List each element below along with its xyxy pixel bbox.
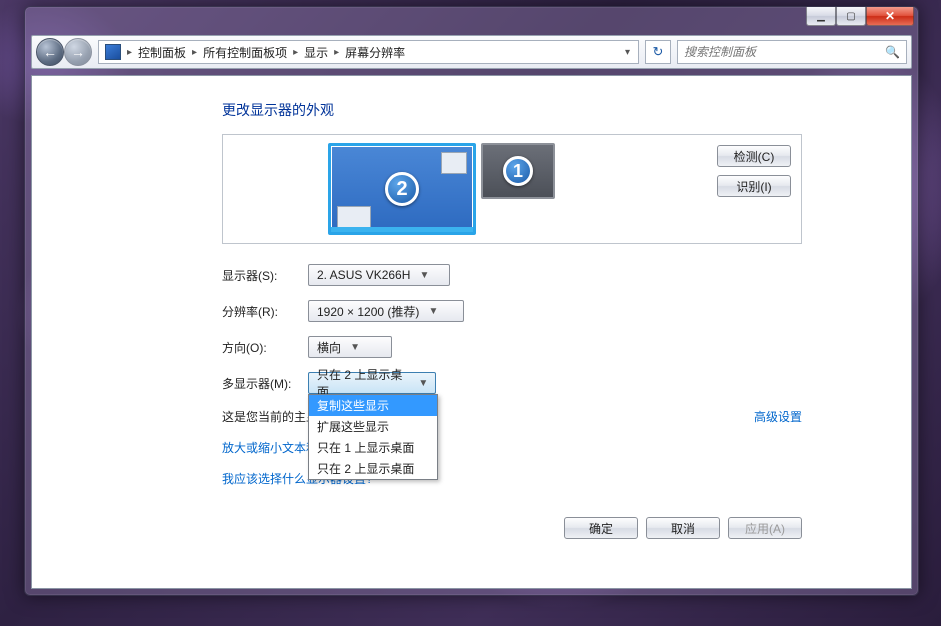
title-bar: ▁ ▢ ✕ xyxy=(25,7,918,35)
maximize-icon: ▢ xyxy=(846,11,855,22)
dropdown-value: 2. ASUS VK266H xyxy=(317,268,410,282)
orientation-dropdown[interactable]: 横向 ▼ xyxy=(308,336,392,358)
resolution-dropdown[interactable]: 1920 × 1200 (推荐) ▼ xyxy=(308,300,464,322)
back-arrow-icon: ← xyxy=(43,44,57,60)
breadcrumb-seg[interactable]: 控制面板 xyxy=(134,44,190,61)
search-input[interactable] xyxy=(684,45,879,59)
nav-bar: ← → ▸ 控制面板 ▸ 所有控制面板项 ▸ 显示 ▸ 屏幕分辨率 ▾ ↻ 🔍 xyxy=(31,35,912,69)
orientation-label: 方向(O): xyxy=(222,339,296,356)
resolution-label: 分辨率(R): xyxy=(222,303,296,320)
dropdown-value: 1920 × 1200 (推荐) xyxy=(317,303,419,320)
monitor-preview: 2 1 检测(C) 识别(I) xyxy=(222,134,802,244)
chevron-down-icon: ▼ xyxy=(416,270,432,281)
minimize-button[interactable]: ▁ xyxy=(806,7,836,26)
content-area: 更改显示器的外观 2 1 检测(C) 识别(I) 显示器(S): 2. ASUS… xyxy=(31,75,912,589)
monitor-number-badge: 2 xyxy=(385,172,419,206)
advanced-settings-link[interactable]: 高级设置 xyxy=(754,408,802,425)
dropdown-option[interactable]: 扩展这些显示 xyxy=(309,416,437,437)
refresh-button[interactable]: ↻ xyxy=(645,40,671,64)
mini-taskbar-icon xyxy=(331,227,473,232)
chevron-right-icon[interactable]: ▸ xyxy=(190,47,199,58)
chevron-down-icon[interactable]: ▾ xyxy=(623,47,632,58)
mini-window-icon xyxy=(441,152,467,174)
identify-button[interactable]: 识别(I) xyxy=(717,175,791,197)
chevron-right-icon[interactable]: ▸ xyxy=(125,47,134,58)
chevron-down-icon: ▼ xyxy=(425,306,441,317)
multiple-dropdown-list: 复制这些显示 扩展这些显示 只在 1 上显示桌面 只在 2 上显示桌面 xyxy=(308,394,438,480)
dropdown-option[interactable]: 复制这些显示 xyxy=(309,395,437,416)
close-icon: ✕ xyxy=(885,9,895,23)
footer-buttons: 确定 取消 应用(A) xyxy=(222,517,802,539)
multiple-row: 多显示器(M): 只在 2 上显示桌面 ▼ 复制这些显示 扩展这些显示 只在 1… xyxy=(222,372,891,394)
display-row: 显示器(S): 2. ASUS VK266H ▼ xyxy=(222,264,891,286)
window: ▁ ▢ ✕ ← → ▸ 控制面板 ▸ 所有控制面板项 ▸ 显示 ▸ 屏幕分辨率 … xyxy=(24,6,919,596)
search-icon: 🔍 xyxy=(885,45,900,59)
nav-buttons: ← → xyxy=(36,38,92,66)
ok-button[interactable]: 确定 xyxy=(564,517,638,539)
dropdown-option[interactable]: 只在 2 上显示桌面 xyxy=(309,458,437,479)
refresh-icon: ↻ xyxy=(653,44,664,60)
breadcrumb-seg[interactable]: 屏幕分辨率 xyxy=(341,44,409,61)
monitor-side-buttons: 检测(C) 识别(I) xyxy=(717,145,791,197)
close-button[interactable]: ✕ xyxy=(866,7,914,26)
dropdown-option[interactable]: 只在 1 上显示桌面 xyxy=(309,437,437,458)
breadcrumb-seg[interactable]: 所有控制面板项 xyxy=(199,44,291,61)
control-panel-icon xyxy=(105,44,121,60)
display-dropdown[interactable]: 2. ASUS VK266H ▼ xyxy=(308,264,450,286)
page-heading: 更改显示器的外观 xyxy=(222,100,891,120)
breadcrumb[interactable]: ▸ 控制面板 ▸ 所有控制面板项 ▸ 显示 ▸ 屏幕分辨率 ▾ xyxy=(98,40,639,64)
cancel-button[interactable]: 取消 xyxy=(646,517,720,539)
chevron-down-icon: ▼ xyxy=(347,342,363,353)
apply-button[interactable]: 应用(A) xyxy=(728,517,802,539)
chevron-down-icon: ▼ xyxy=(416,378,431,389)
maximize-button[interactable]: ▢ xyxy=(836,7,866,26)
minimize-icon: ▁ xyxy=(817,11,825,22)
monitor-2[interactable]: 2 xyxy=(328,143,476,235)
orientation-row: 方向(O): 横向 ▼ xyxy=(222,336,891,358)
multiple-dropdown[interactable]: 只在 2 上显示桌面 ▼ 复制这些显示 扩展这些显示 只在 1 上显示桌面 只在… xyxy=(308,372,436,394)
chevron-right-icon[interactable]: ▸ xyxy=(291,47,300,58)
resolution-row: 分辨率(R): 1920 × 1200 (推荐) ▼ xyxy=(222,300,891,322)
search-box[interactable]: 🔍 xyxy=(677,40,907,64)
multiple-label: 多显示器(M): xyxy=(222,375,296,392)
detect-button[interactable]: 检测(C) xyxy=(717,145,791,167)
forward-arrow-icon: → xyxy=(71,44,85,60)
forward-button[interactable]: → xyxy=(64,38,92,66)
mini-window-icon xyxy=(337,206,371,228)
monitor-number-badge: 1 xyxy=(503,156,533,186)
chevron-right-icon[interactable]: ▸ xyxy=(332,47,341,58)
breadcrumb-seg[interactable]: 显示 xyxy=(300,44,332,61)
dropdown-value: 横向 xyxy=(317,339,341,356)
display-label: 显示器(S): xyxy=(222,267,296,284)
monitor-1[interactable]: 1 xyxy=(481,143,555,199)
back-button[interactable]: ← xyxy=(36,38,64,66)
